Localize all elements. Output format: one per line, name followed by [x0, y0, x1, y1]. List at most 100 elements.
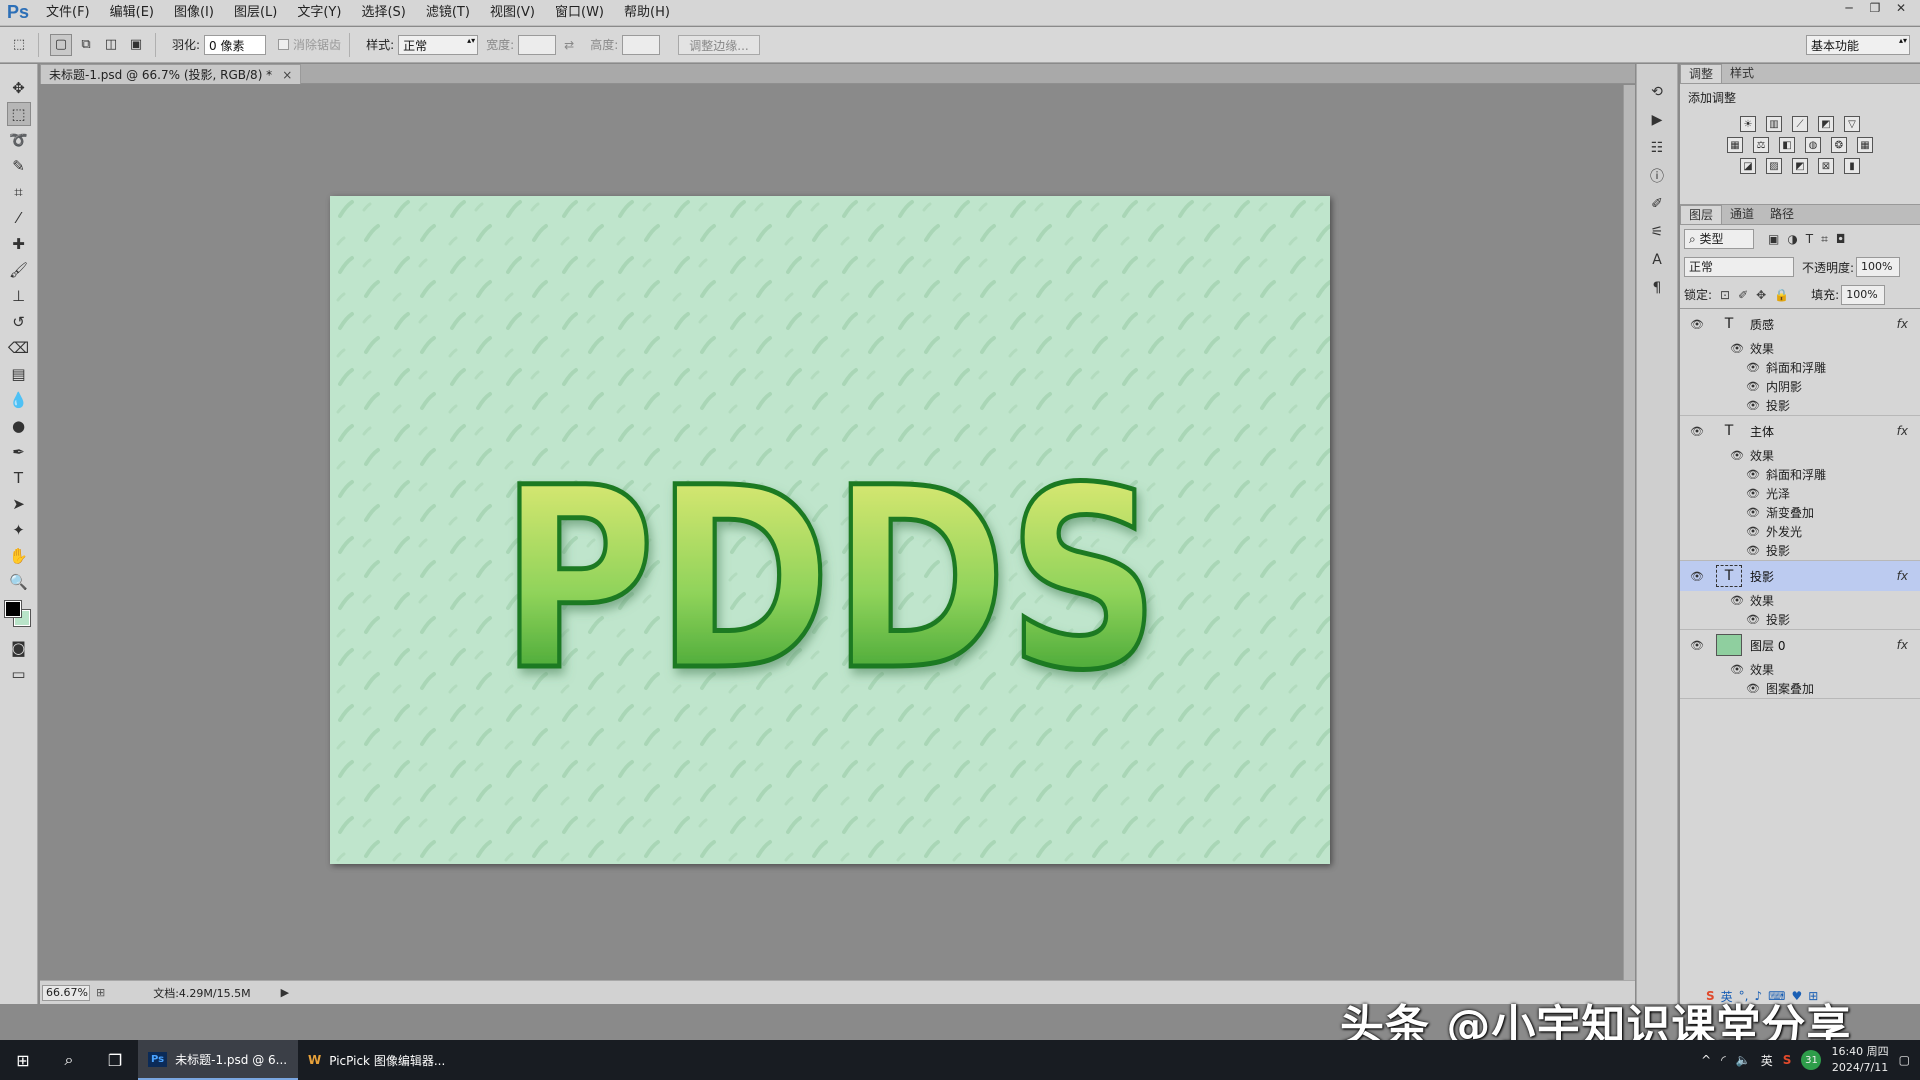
marquee-preset-icon[interactable]: ⬚ — [8, 34, 30, 56]
windows-start-icon[interactable]: ⊞ — [0, 1040, 46, 1080]
tab-channels[interactable]: 通道 — [1722, 205, 1762, 224]
style-select[interactable]: 正常 — [398, 34, 479, 55]
visibility-eye-icon[interactable]: 👁 — [1730, 342, 1746, 355]
foreground-color-swatch[interactable] — [4, 600, 22, 618]
visibility-eye-icon[interactable]: 👁 — [1746, 544, 1762, 557]
vertical-scrollbar[interactable] — [1623, 85, 1635, 980]
gradient-tool-icon[interactable]: ▤ — [7, 362, 31, 386]
close-tab-icon[interactable]: × — [282, 65, 292, 85]
zoom-tool-icon[interactable]: 🔍 — [7, 570, 31, 594]
effects-group[interactable]: 👁 效果 — [1680, 591, 1920, 610]
fx-icon[interactable]: fx — [1897, 424, 1908, 438]
layer-row[interactable]: 👁 T 投影 fx — [1680, 561, 1920, 591]
layer-row[interactable]: 👁 T 主体 fx — [1680, 416, 1920, 446]
layer-item-selected[interactable]: 👁 T 投影 fx 👁 效果 👁 投影 — [1680, 561, 1920, 630]
lasso-tool-icon[interactable]: ➰ — [7, 128, 31, 152]
close-button[interactable]: ✕ — [1888, 0, 1914, 18]
status-arrow-icon[interactable]: ▶ — [281, 986, 289, 999]
properties-icon[interactable]: ☷ — [1644, 136, 1670, 160]
move-tool-icon[interactable]: ✥ — [7, 76, 31, 100]
tray-expand-icon[interactable]: ^ — [1701, 1053, 1711, 1067]
color-balance-icon[interactable]: ⚖ — [1753, 137, 1769, 153]
brush-panel-icon[interactable]: ✐ — [1644, 192, 1670, 216]
pen-tool-icon[interactable]: ✒ — [7, 440, 31, 464]
quick-select-tool-icon[interactable]: ✎ — [7, 154, 31, 178]
brush-tool-icon[interactable]: 🖌 — [7, 258, 31, 282]
lock-icons[interactable]: ⊡✐✥🔒 — [1720, 288, 1797, 302]
status-info-icon[interactable]: ⊞ — [96, 986, 105, 999]
fx-icon[interactable]: fx — [1897, 317, 1908, 331]
menu-layer[interactable]: 图层(L) — [224, 0, 287, 26]
effects-group[interactable]: 👁 效果 — [1680, 446, 1920, 465]
document-tab[interactable]: 未标题-1.psd @ 66.7% (投影, RGB/8) * × — [40, 64, 302, 85]
marquee-tool-icon[interactable]: ⬚ — [6, 102, 31, 126]
photo-filter-icon[interactable]: ◍ — [1805, 137, 1821, 153]
info-icon[interactable]: ⓘ — [1644, 164, 1670, 188]
fill-input[interactable]: 100% — [1841, 284, 1886, 305]
quick-mask-icon[interactable]: ◙ — [7, 636, 31, 660]
volume-icon[interactable]: 🔈 — [1736, 1053, 1751, 1067]
effect-item[interactable]: 👁 斜面和浮雕 — [1680, 465, 1920, 484]
character-icon[interactable]: A — [1644, 248, 1670, 272]
network-icon[interactable]: ◜ — [1721, 1053, 1726, 1067]
visibility-eye-icon[interactable]: 👁 — [1746, 506, 1762, 519]
brush-presets-icon[interactable]: ⚟ — [1644, 220, 1670, 244]
visibility-eye-icon[interactable]: 👁 — [1746, 380, 1762, 393]
minimize-button[interactable]: ─ — [1836, 0, 1862, 18]
visibility-eye-icon[interactable]: 👁 — [1746, 399, 1762, 412]
fx-icon[interactable]: fx — [1897, 569, 1908, 583]
layer-item[interactable]: 👁 T 主体 fx 👁 效果 👁 斜面和浮雕 👁 光泽 👁 渐变叠加 👁 外发光 👁 投影 — [1680, 416, 1920, 561]
effect-item[interactable]: 👁 投影 — [1680, 610, 1920, 629]
width-input[interactable] — [518, 34, 557, 55]
dodge-tool-icon[interactable]: ● — [7, 414, 31, 438]
ime-tray-icon[interactable]: S — [1783, 1053, 1792, 1067]
visibility-eye-icon[interactable]: 👁 — [1690, 639, 1706, 652]
restore-button[interactable]: ❐ — [1862, 0, 1888, 18]
menu-file[interactable]: 文件(F) — [36, 0, 100, 26]
brightness-icon[interactable]: ☀ — [1740, 116, 1756, 132]
visibility-eye-icon[interactable]: 👁 — [1690, 570, 1706, 583]
feather-input[interactable]: 0 像素 — [204, 34, 267, 55]
tab-styles[interactable]: 样式 — [1722, 64, 1762, 83]
visibility-eye-icon[interactable]: 👁 — [1746, 613, 1762, 626]
task-view-icon[interactable]: ❐ — [92, 1040, 138, 1080]
visibility-eye-icon[interactable]: 👁 — [1730, 594, 1746, 607]
type-tool-icon[interactable]: T — [7, 466, 31, 490]
color-swatches[interactable] — [2, 598, 36, 632]
menu-edit[interactable]: 编辑(E) — [100, 0, 164, 26]
gradient-map-icon[interactable]: ▮ — [1844, 158, 1860, 174]
menu-filter[interactable]: 滤镜(T) — [416, 0, 480, 26]
clock[interactable]: 16:40 周四 2024/7/11 — [1831, 1044, 1888, 1076]
black-white-icon[interactable]: ◧ — [1779, 137, 1795, 153]
opacity-input[interactable]: 100% — [1856, 257, 1901, 277]
crop-tool-icon[interactable]: ⌗ — [7, 180, 31, 204]
screen-mode-icon[interactable]: ▭ — [7, 662, 31, 686]
notification-icon[interactable]: ▢ — [1899, 1053, 1910, 1067]
channel-mixer-icon[interactable]: ❂ — [1831, 137, 1847, 153]
workspace-select[interactable]: 基本功能 — [1806, 35, 1910, 55]
color-lookup-icon[interactable]: ▦ — [1857, 137, 1873, 153]
effects-group[interactable]: 👁 效果 — [1680, 660, 1920, 679]
hand-tool-icon[interactable]: ✋ — [7, 544, 31, 568]
intersect-selection-icon[interactable]: ▣ — [125, 34, 147, 56]
effects-group[interactable]: 👁 效果 — [1680, 339, 1920, 358]
subtract-selection-icon[interactable]: ◫ — [100, 34, 122, 56]
new-selection-icon[interactable]: ▢ — [50, 33, 72, 56]
selective-color-icon[interactable]: ⊠ — [1818, 158, 1834, 174]
vibrance-icon[interactable]: ▽ — [1844, 116, 1860, 132]
effect-item[interactable]: 👁 斜面和浮雕 — [1680, 358, 1920, 377]
effect-item[interactable]: 👁 图案叠加 — [1680, 679, 1920, 698]
menu-image[interactable]: 图像(I) — [164, 0, 224, 26]
visibility-eye-icon[interactable]: 👁 — [1690, 318, 1706, 331]
taskbar-app-picpick[interactable]: W PicPick 图像编辑器... — [298, 1040, 458, 1080]
visibility-eye-icon[interactable]: 👁 — [1730, 663, 1746, 676]
visibility-eye-icon[interactable]: 👁 — [1746, 468, 1762, 481]
visibility-eye-icon[interactable]: 👁 — [1730, 449, 1746, 462]
eraser-tool-icon[interactable]: ⌫ — [7, 336, 31, 360]
height-input[interactable] — [622, 34, 661, 55]
effect-item[interactable]: 👁 投影 — [1680, 541, 1920, 560]
swap-icon[interactable]: ⇄ — [564, 38, 574, 52]
visibility-eye-icon[interactable]: 👁 — [1690, 425, 1706, 438]
eyedropper-tool-icon[interactable]: ⁄ — [7, 206, 31, 230]
paragraph-icon[interactable]: ¶ — [1644, 276, 1670, 300]
